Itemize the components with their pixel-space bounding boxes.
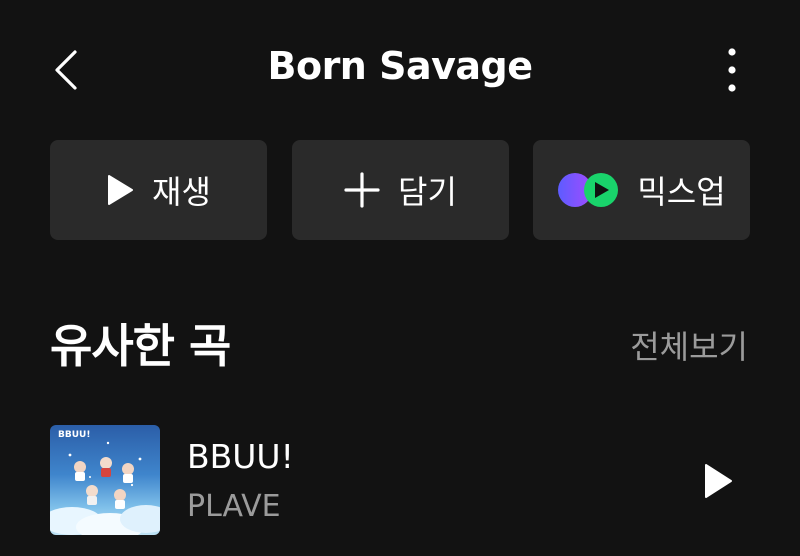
add-button[interactable]: 담기 bbox=[292, 140, 509, 240]
mixup-icon bbox=[557, 172, 619, 208]
cover-art-icon bbox=[50, 441, 160, 535]
add-button-label: 담기 bbox=[398, 173, 457, 211]
track-artist: PLAVE bbox=[187, 489, 281, 524]
play-button-label: 재생 bbox=[152, 173, 211, 211]
track-row[interactable]: BBUU! BBUU! PLAVE bbox=[50, 425, 750, 535]
play-icon bbox=[106, 174, 134, 206]
play-icon bbox=[705, 464, 732, 498]
more-options-button[interactable] bbox=[712, 44, 752, 96]
action-buttons: 재생 담기 믹스업 bbox=[50, 140, 750, 240]
top-bar: Born Savage bbox=[0, 0, 800, 140]
plus-icon bbox=[344, 172, 380, 208]
mixup-button-label: 믹스업 bbox=[637, 173, 726, 211]
section-title: 유사한 곡 bbox=[50, 319, 231, 373]
see-all-link[interactable]: 전체보기 bbox=[630, 322, 748, 368]
mixup-button[interactable]: 믹스업 bbox=[533, 140, 750, 240]
album-cover: BBUU! bbox=[50, 425, 160, 535]
page-title: Born Savage bbox=[267, 44, 534, 88]
track-title: BBUU! bbox=[187, 437, 294, 476]
cover-text: BBUU! bbox=[58, 430, 91, 440]
track-play-button[interactable] bbox=[698, 461, 738, 501]
more-vertical-icon bbox=[728, 48, 736, 92]
play-button[interactable]: 재생 bbox=[50, 140, 267, 240]
